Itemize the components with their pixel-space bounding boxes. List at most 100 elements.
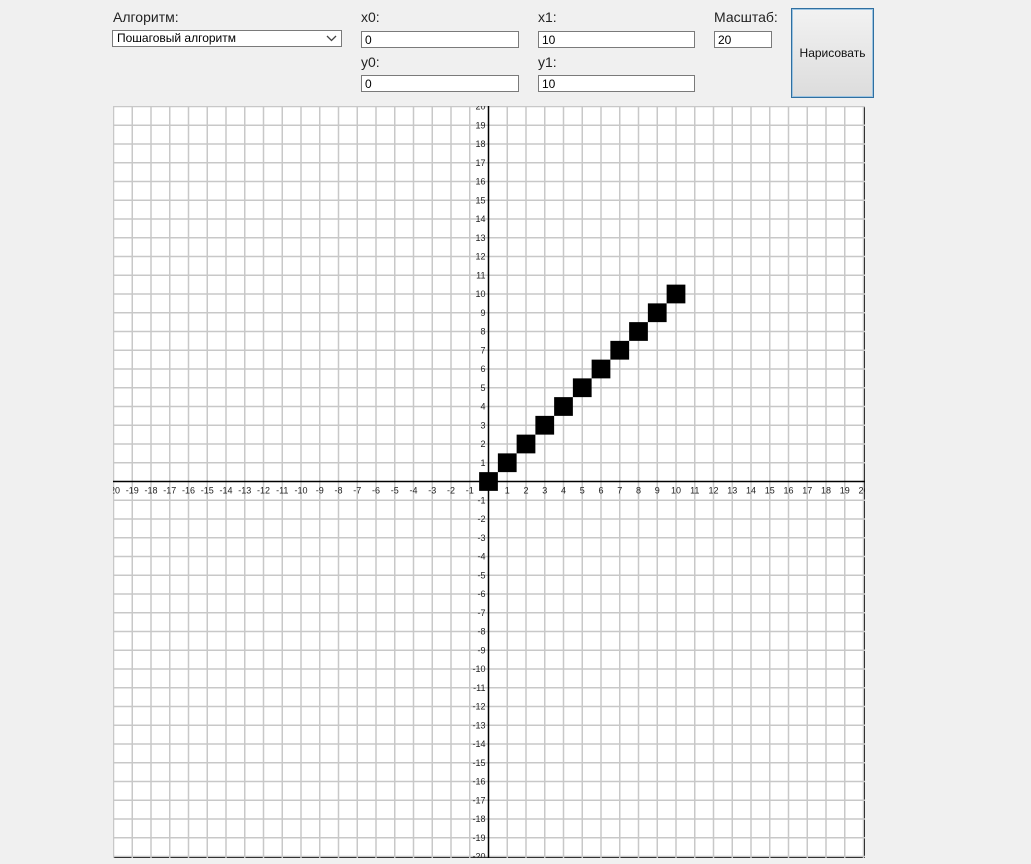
- y-tick-label: -11: [473, 683, 485, 693]
- x-tick-label: -12: [257, 486, 270, 496]
- x-tick-label: 3: [542, 486, 547, 496]
- x0-label: x0:: [361, 9, 380, 25]
- algorithm-select-value: Пошаговый алгоритм: [117, 31, 237, 45]
- x-tick-label: 4: [561, 486, 566, 496]
- x-tick-label: -3: [428, 486, 436, 496]
- y1-input[interactable]: [538, 75, 695, 92]
- x-tick-label: 12: [708, 486, 718, 496]
- x-tick-label: -6: [372, 486, 380, 496]
- x-tick-label: -14: [219, 486, 232, 496]
- scale-input[interactable]: [714, 31, 772, 48]
- x-tick-label: -10: [294, 486, 307, 496]
- x-tick-label: -5: [391, 486, 399, 496]
- x-tick-label: 16: [783, 486, 793, 496]
- y-tick-label: -5: [477, 570, 485, 580]
- y-tick-label: -12: [472, 702, 485, 712]
- x-tick-label: -11: [276, 486, 288, 496]
- y-tick-label: -1: [477, 495, 485, 505]
- x-tick-label: -19: [126, 486, 139, 496]
- y-tick-label: 18: [475, 139, 485, 149]
- y-tick-label: 7: [480, 345, 485, 355]
- y-tick-label: 8: [480, 327, 485, 337]
- x-tick-label: 9: [655, 486, 660, 496]
- x-tick-label: 2: [523, 486, 528, 496]
- x-tick-label: 19: [840, 486, 850, 496]
- scale-label: Масштаб:: [714, 9, 778, 25]
- y-tick-label: 2: [480, 439, 485, 449]
- draw-button-label: Нарисовать: [799, 46, 866, 60]
- y-tick-label: 17: [475, 158, 485, 168]
- x-tick-label: 20: [858, 486, 865, 496]
- x-tick-label: 10: [671, 486, 681, 496]
- y-tick-label: -13: [472, 720, 485, 730]
- y-tick-label: 11: [476, 270, 485, 280]
- y-tick-label: -7: [477, 608, 485, 618]
- x-tick-label: -7: [353, 486, 361, 496]
- y-tick-label: -15: [472, 758, 485, 768]
- y-tick-label: 6: [480, 364, 485, 374]
- y-tick-label: -20: [472, 852, 485, 859]
- chevron-down-icon: [326, 35, 337, 42]
- x-tick-label: 7: [617, 486, 622, 496]
- y-tick-label: 16: [475, 177, 485, 187]
- x-tick-label: 17: [802, 486, 812, 496]
- y-tick-label: -2: [477, 514, 485, 524]
- raster-pixel: [629, 322, 648, 341]
- y-tick-label: -4: [477, 552, 485, 562]
- x-tick-label: -20: [113, 486, 120, 496]
- x-tick-label: 11: [690, 486, 699, 496]
- raster-pixel: [647, 303, 667, 323]
- raster-pixel: [572, 378, 592, 398]
- raster-canvas[interactable]: -20-20-19-19-18-18-17-17-16-16-15-15-14-…: [113, 106, 865, 858]
- algorithm-label: Алгоритм:: [113, 9, 179, 25]
- x-tick-label: -15: [201, 486, 214, 496]
- x-tick-label: -18: [144, 486, 157, 496]
- x-tick-label: 5: [580, 486, 585, 496]
- x0-input[interactable]: [361, 31, 519, 48]
- raster-pixel: [666, 284, 686, 304]
- y-tick-label: -6: [477, 589, 485, 599]
- x-tick-label: -2: [447, 486, 455, 496]
- x-tick-label: -1: [466, 486, 474, 496]
- algorithm-select[interactable]: Пошаговый алгоритм: [112, 30, 342, 47]
- y-tick-label: 4: [480, 402, 485, 412]
- x-tick-label: -17: [163, 486, 176, 496]
- y-tick-label: -8: [477, 627, 485, 637]
- x-tick-label: -9: [316, 486, 324, 496]
- y-tick-label: 13: [475, 233, 485, 243]
- y-tick-label: 3: [480, 420, 485, 430]
- x1-input[interactable]: [538, 31, 695, 48]
- x-tick-label: -16: [182, 486, 195, 496]
- y1-label: y1:: [538, 54, 557, 70]
- raster-pixel: [497, 453, 517, 473]
- y-tick-label: 1: [480, 458, 485, 468]
- x-tick-label: 6: [598, 486, 603, 496]
- y-tick-label: -18: [472, 814, 485, 824]
- raster-pixel: [554, 397, 573, 416]
- x-tick-label: 18: [821, 486, 831, 496]
- y-tick-label: -14: [472, 739, 485, 749]
- x-tick-label: 13: [727, 486, 737, 496]
- y-tick-label: -10: [472, 664, 485, 674]
- y-tick-label: 14: [475, 214, 485, 224]
- y-tick-label: -9: [477, 645, 485, 655]
- y-tick-label: -17: [472, 795, 485, 805]
- raster-pixel: [591, 359, 611, 379]
- x1-label: x1:: [538, 9, 557, 25]
- x-tick-label: 14: [746, 486, 756, 496]
- x-tick-label: -13: [238, 486, 251, 496]
- y-tick-label: 12: [475, 252, 485, 262]
- draw-button[interactable]: Нарисовать: [791, 8, 874, 98]
- x-tick-label: 8: [636, 486, 641, 496]
- y-tick-label: 19: [475, 120, 485, 130]
- x-tick-label: -8: [334, 486, 342, 496]
- y-tick-label: -16: [472, 777, 485, 787]
- y-tick-label: 10: [475, 289, 485, 299]
- y0-input[interactable]: [361, 75, 519, 92]
- raster-pixel: [535, 415, 555, 435]
- raster-pixel: [516, 434, 536, 454]
- y-tick-label: -19: [472, 833, 485, 843]
- y-tick-label: 20: [475, 106, 485, 112]
- raster-pixel: [610, 340, 630, 360]
- y-tick-label: -3: [477, 533, 485, 543]
